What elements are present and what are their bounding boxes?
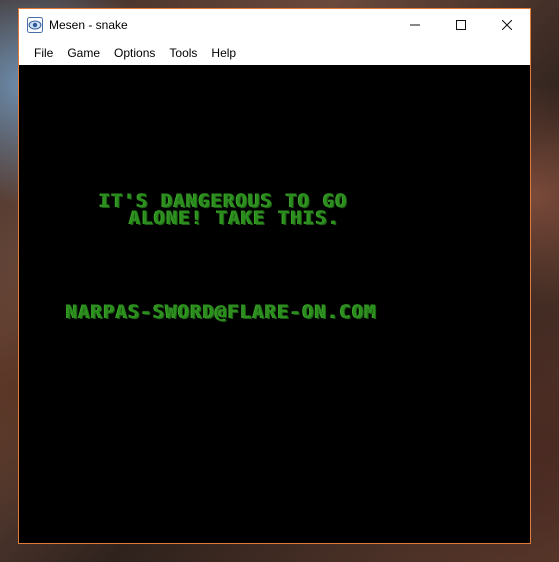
title-bar[interactable]: Mesen - snake xyxy=(19,9,530,41)
window-title: Mesen - snake xyxy=(49,18,128,32)
close-button[interactable] xyxy=(484,9,530,40)
menu-bar: File Game Options Tools Help xyxy=(19,41,530,65)
menu-tools[interactable]: Tools xyxy=(162,43,204,63)
maximize-button[interactable] xyxy=(438,9,484,40)
mesen-app-icon[interactable] xyxy=(27,17,43,33)
close-icon xyxy=(501,17,513,33)
menu-help[interactable]: Help xyxy=(204,43,243,63)
minimize-icon xyxy=(410,17,420,33)
game-message-line-2: ALONE! TAKE THIS. xyxy=(129,207,341,229)
menu-file[interactable]: File xyxy=(27,43,60,63)
menu-options[interactable]: Options xyxy=(107,43,162,63)
menu-game[interactable]: Game xyxy=(60,43,107,63)
maximize-icon xyxy=(456,17,466,33)
game-screen[interactable]: IT'S DANGEROUS TO GO ALONE! TAKE THIS. N… xyxy=(19,65,530,543)
game-flag-text: NARPAS-SWORD@FLARE-ON.COM xyxy=(66,301,377,323)
minimize-button[interactable] xyxy=(392,9,438,40)
app-window: Mesen - snake File Game Options Tools He… xyxy=(18,8,531,544)
